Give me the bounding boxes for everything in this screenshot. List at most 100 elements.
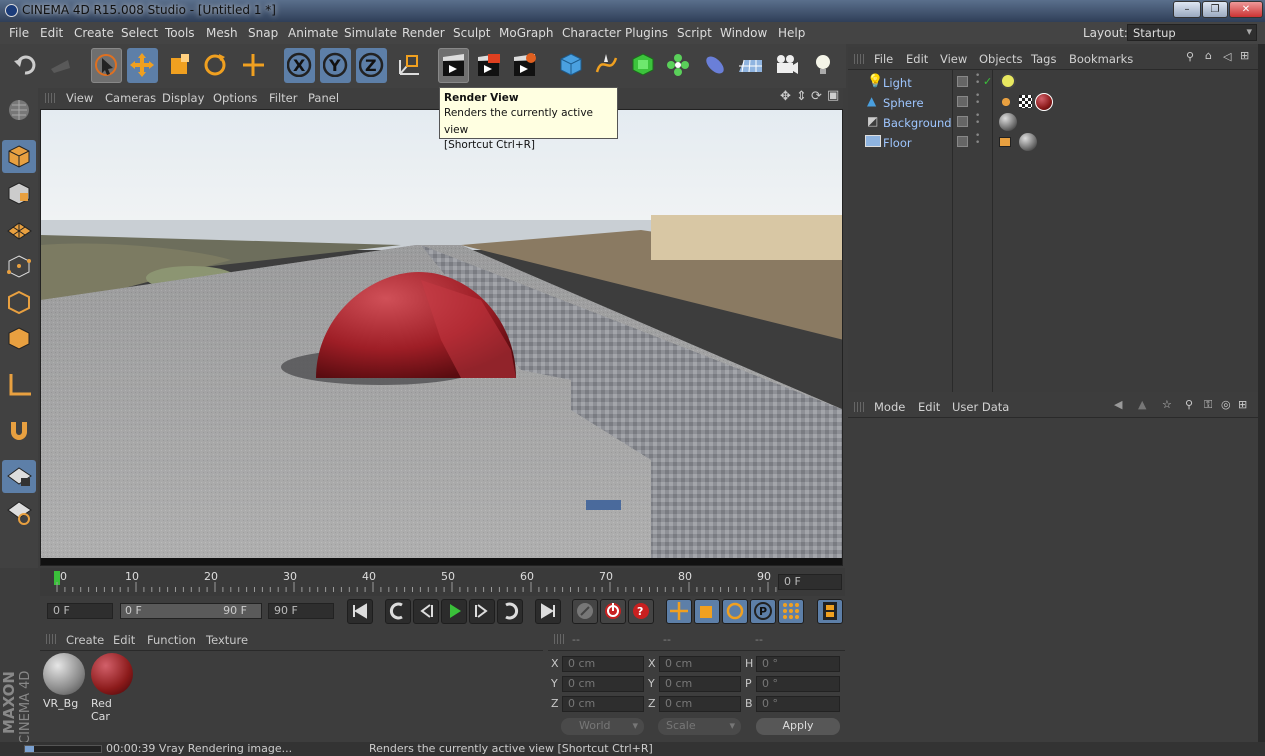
viewport-menu-filter[interactable]: Filter (269, 91, 297, 105)
material-red-car[interactable]: Red Car (90, 653, 134, 723)
menu-tools[interactable]: Tools (165, 26, 195, 40)
viewport-dolly-icon[interactable]: ⇕ (796, 89, 807, 104)
redo-button[interactable] (45, 48, 76, 83)
visibility-dots-icon[interactable]: • • (975, 132, 980, 148)
next-key-button[interactable] (497, 599, 523, 624)
menu-select[interactable]: Select (121, 26, 158, 40)
viewport-3d[interactable] (40, 109, 843, 566)
menu-file[interactable]: File (9, 26, 29, 40)
object-row-light[interactable]: 💡 Light • • ✓ (853, 72, 1253, 92)
size-z-field[interactable]: 0 cm (659, 696, 741, 712)
x-axis-button[interactable]: X (284, 48, 315, 83)
up-icon[interactable]: ☆ (1162, 398, 1172, 411)
object-row-sphere[interactable]: ▲ Sphere • • (853, 92, 1253, 112)
lock-icon[interactable]: ⚿ (1204, 398, 1212, 412)
menu-edit[interactable]: Edit (40, 26, 63, 40)
menu-window[interactable]: Window (720, 26, 767, 40)
apply-button[interactable]: Apply (756, 718, 840, 735)
texture-mode-button[interactable] (2, 177, 36, 210)
planar-workplane-button[interactable] (2, 496, 36, 529)
new-panel-icon[interactable]: ⊞ (1240, 49, 1249, 62)
preview-start-field[interactable]: 0 F (47, 603, 113, 619)
menu-mograph[interactable]: MoGraph (499, 26, 554, 40)
material-menu-edit[interactable]: Edit (113, 633, 135, 647)
axis-mode-button[interactable] (2, 368, 36, 401)
spline-pen-button[interactable] (591, 48, 622, 83)
deformer-button[interactable] (700, 48, 731, 83)
go-to-end-button[interactable] (535, 599, 561, 624)
camera-button[interactable] (771, 48, 802, 83)
subdivision-surface-button[interactable] (628, 48, 659, 83)
menu-sculpt[interactable]: Sculpt (453, 26, 490, 40)
search-icon[interactable]: ⚲ (1186, 50, 1194, 63)
viewport-menu-display[interactable]: Display (162, 91, 204, 105)
viewport-rotate-icon[interactable]: ⟳ (811, 89, 822, 104)
coordinate-system-button[interactable] (394, 48, 425, 83)
viewport-move-icon[interactable]: ✥ (780, 89, 791, 104)
panel-grip-icon[interactable] (854, 54, 864, 64)
panel-grip-icon[interactable] (554, 634, 564, 644)
model-mode-button[interactable] (2, 140, 36, 173)
key-scale-button[interactable] (694, 599, 720, 624)
scale-tool-button[interactable] (164, 48, 195, 83)
attribute-menu-edit[interactable]: Edit (918, 400, 940, 414)
size-mode-dropdown[interactable]: Scale ▾ (658, 718, 741, 735)
key-point-level-button[interactable] (778, 599, 804, 624)
panel-grip-icon[interactable] (854, 402, 864, 412)
menu-simulate[interactable]: Simulate (344, 26, 397, 40)
material-menu-function[interactable]: Function (147, 633, 196, 647)
y-axis-button[interactable]: Y (320, 48, 351, 83)
minimize-button[interactable]: – (1173, 1, 1201, 18)
menu-help[interactable]: Help (778, 26, 805, 40)
preview-range-slider[interactable]: 0 F 90 F (120, 603, 262, 619)
undo-button[interactable] (10, 48, 41, 83)
visibility-dots-icon[interactable]: • • (975, 92, 980, 108)
menu-animate[interactable]: Animate (288, 26, 338, 40)
light-button[interactable] (808, 48, 839, 83)
up-arrow-icon[interactable]: ▲ (1138, 398, 1146, 411)
object-menu-edit[interactable]: Edit (906, 52, 928, 66)
cloner-button[interactable] (663, 48, 694, 83)
panel-grip-icon[interactable] (46, 634, 56, 644)
visibility-dots-icon[interactable]: • • (975, 112, 980, 128)
position-x-field[interactable]: 0 cm (562, 656, 644, 672)
panel-grip-icon[interactable] (45, 93, 55, 103)
snap-magnet-button[interactable] (2, 414, 36, 447)
object-menu-bookmarks[interactable]: Bookmarks (1069, 52, 1133, 66)
previous-key-button[interactable] (385, 599, 411, 624)
rotation-p-field[interactable]: 0 ° (756, 676, 840, 692)
menu-mesh[interactable]: Mesh (206, 26, 238, 40)
cube-primitive-button[interactable] (556, 48, 587, 83)
viewport-menu-options[interactable]: Options (213, 91, 257, 105)
enabled-check-icon[interactable]: ✓ (983, 75, 992, 88)
object-row-background[interactable]: ◩ Background • • (853, 112, 1253, 132)
back-arrow-icon[interactable]: ◀ (1114, 398, 1122, 411)
live-selection-button[interactable] (91, 48, 122, 83)
layer-icon[interactable] (957, 76, 968, 87)
compositing-tag-icon[interactable] (999, 137, 1011, 147)
workplane-mode-button[interactable] (2, 213, 36, 246)
render-to-picture-viewer-button[interactable] (473, 48, 504, 83)
size-x-field[interactable]: 0 cm (659, 656, 741, 672)
rotation-b-field[interactable]: 0 ° (756, 696, 840, 712)
vray-light-tag-icon[interactable] (1000, 73, 1016, 89)
polygons-mode-button[interactable] (2, 322, 36, 355)
attribute-menu-mode[interactable]: Mode (874, 400, 905, 414)
home-icon[interactable]: ⌂ (1205, 49, 1212, 62)
texture-tag-icon[interactable] (1019, 95, 1032, 108)
object-menu-view[interactable]: View (940, 52, 967, 66)
key-rotation-button[interactable] (722, 599, 748, 624)
viewport-menu-panel[interactable]: Panel (308, 91, 339, 105)
go-to-start-button[interactable] (347, 599, 373, 624)
viewport-menu-view[interactable]: View (66, 91, 93, 105)
layer-icon[interactable] (957, 116, 968, 127)
position-y-field[interactable]: 0 cm (562, 676, 644, 692)
keyframe-selection-button[interactable]: ? (628, 599, 654, 624)
object-menu-file[interactable]: File (874, 52, 893, 66)
viewport-menu-cameras[interactable]: Cameras (105, 91, 156, 105)
material-tag-vr-bg-icon[interactable] (999, 113, 1017, 131)
move-tool-button[interactable] (127, 48, 158, 83)
position-z-field[interactable]: 0 cm (562, 696, 644, 712)
layer-icon[interactable] (957, 96, 968, 107)
menu-create[interactable]: Create (74, 26, 114, 40)
